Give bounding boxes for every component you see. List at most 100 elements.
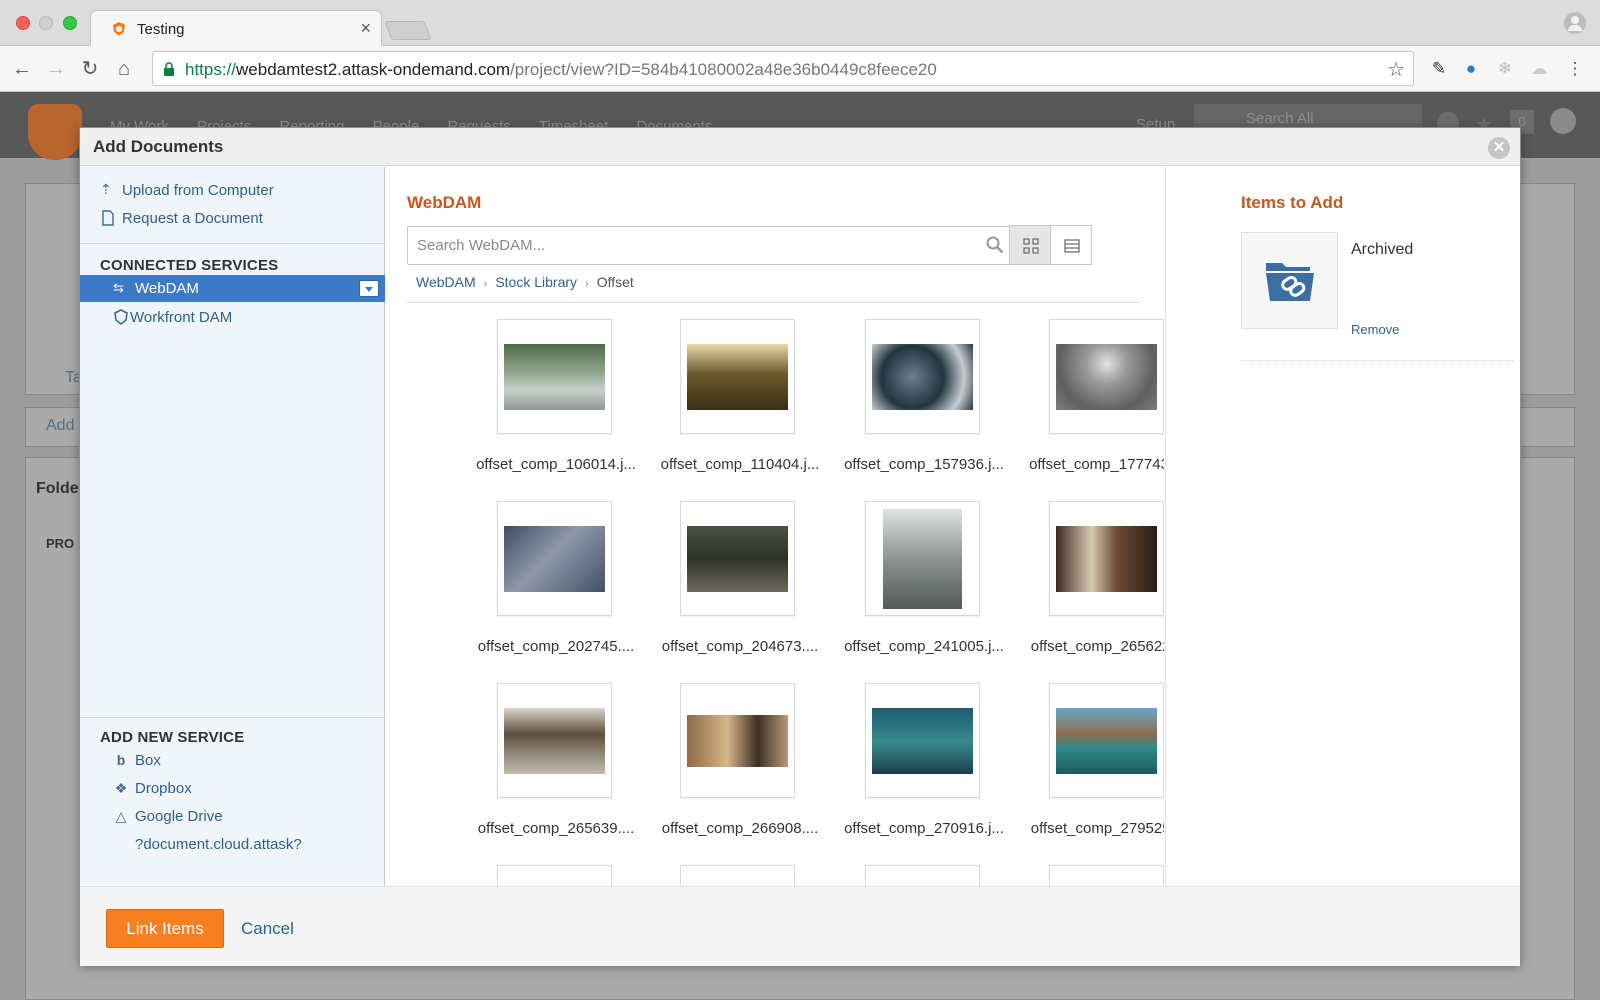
back-arrow-icon[interactable]: ← — [8, 55, 36, 83]
cancel-link[interactable]: Cancel — [241, 919, 294, 939]
linked-folder-icon — [1266, 263, 1314, 301]
thumbnail-image — [504, 708, 605, 774]
thumbnail-card[interactable] — [1049, 501, 1164, 616]
list-view-button[interactable] — [1050, 225, 1092, 265]
service-item-webdam[interactable]: ⇆ WebDAM — [80, 275, 385, 302]
thumbnail-card[interactable] — [497, 501, 612, 616]
service-item-workfront-dam[interactable]: Workfront DAM — [130, 309, 232, 326]
window-zoom-button[interactable] — [63, 16, 77, 30]
thumbnail-card[interactable] — [865, 501, 980, 616]
webdam-browser-panel: WebDAM WebDAM›Stock Library›O — [386, 167, 1164, 886]
home-icon[interactable]: ⌂ — [110, 55, 138, 83]
thumbnail-card[interactable] — [680, 501, 795, 616]
thumbnail-image — [1056, 526, 1157, 592]
add-documents-dialog: Add Documents ✕ ⇡ Upload from Computer R… — [79, 127, 1521, 966]
webdam-search-input[interactable] — [417, 237, 957, 254]
browser-menu-icon[interactable]: ⋮ — [1564, 58, 1586, 80]
thumbnail-card[interactable] — [680, 683, 795, 798]
thumbnail-image — [687, 344, 788, 410]
dialog-header: Add Documents ✕ — [80, 128, 1520, 166]
item-divider — [1241, 360, 1513, 361]
thumbnail-label[interactable]: offset_comp_177743.j... — [1021, 456, 1164, 473]
service-options-dropdown[interactable] — [359, 280, 379, 297]
breadcrumb-stock-library[interactable]: Stock Library — [495, 274, 577, 290]
breadcrumb-separator: › — [483, 278, 488, 290]
thumbnail-card[interactable] — [497, 319, 612, 434]
thumbnail-card[interactable] — [1049, 683, 1164, 798]
thumbnail-card[interactable] — [1049, 319, 1164, 434]
thumbnail-label[interactable]: offset_comp_265622.... — [1021, 638, 1164, 655]
remove-item-link[interactable]: Remove — [1351, 322, 1399, 337]
thumbnail-image — [504, 344, 605, 410]
thumbnail-label[interactable]: offset_comp_266908.... — [652, 820, 828, 837]
extension-cloud-icon[interactable]: ☁ — [1528, 58, 1550, 80]
add-service-dropbox[interactable]: Dropbox — [135, 780, 192, 797]
upload-icon: ⇡ — [100, 181, 112, 197]
link-items-button[interactable]: Link Items — [106, 909, 224, 948]
thumbnail-card[interactable] — [865, 683, 980, 798]
add-service-document-cloud[interactable]: ?document.cloud.attask? — [135, 836, 302, 853]
breadcrumb-separator: › — [585, 278, 589, 290]
section-divider — [80, 243, 385, 244]
window-minimize-button[interactable] — [39, 16, 53, 30]
thumbnail-label[interactable]: offset_comp_204673.... — [652, 638, 828, 655]
thumbnail-label[interactable]: offset_comp_270916.j... — [836, 820, 1012, 837]
thumbnail-label[interactable]: offset_comp_241005.j... — [836, 638, 1012, 655]
thumbnail-label[interactable]: offset_comp_106014.j... — [468, 456, 644, 473]
browser-tab[interactable]: Testing × — [90, 10, 382, 47]
breadcrumb-offset: Offset — [596, 274, 634, 290]
thumbnail-card[interactable] — [497, 865, 612, 886]
list-view-icon — [1064, 239, 1080, 253]
extension-globe-icon[interactable]: ● — [1460, 58, 1482, 80]
add-service-box[interactable]: Box — [135, 752, 161, 769]
url-text: https://webdamtest2.attask-ondemand.com/… — [185, 60, 937, 79]
connected-services-heading: CONNECTED SERVICES — [100, 257, 279, 274]
service-label: WebDAM — [135, 280, 199, 297]
extension-tool-icon[interactable]: ✎ — [1428, 58, 1450, 80]
breadcrumb: WebDAM › Stock Library › Offset — [416, 274, 634, 290]
document-icon — [102, 210, 114, 226]
search-icon[interactable] — [986, 236, 1004, 254]
app-project-label: PRO — [46, 536, 75, 551]
request-document-link[interactable]: Request a Document — [122, 210, 263, 227]
thumbnail-card[interactable] — [680, 865, 795, 886]
browser-tabstrip: Testing × — [0, 0, 1600, 47]
add-service-google-drive[interactable]: Google Drive — [135, 808, 223, 825]
dialog-close-icon[interactable]: ✕ — [1488, 137, 1510, 159]
workfront-favicon-icon — [113, 22, 125, 36]
thumbnail-image — [883, 509, 962, 609]
section-divider — [80, 717, 385, 718]
google-drive-icon: △ — [115, 808, 127, 824]
tab-close-icon[interactable]: × — [360, 18, 371, 39]
browser-profile-icon[interactable] — [1564, 12, 1586, 34]
upload-from-computer-link[interactable]: Upload from Computer — [122, 182, 274, 199]
thumbnail-label[interactable]: offset_comp_265639.... — [468, 820, 644, 837]
extension-snowflake-icon[interactable]: ❄ — [1494, 58, 1516, 80]
item-name: Archived — [1351, 241, 1414, 258]
new-tab-button[interactable] — [384, 21, 432, 40]
thumbnail-card[interactable] — [865, 319, 980, 434]
workfront-dam-icon — [114, 309, 128, 325]
bookmark-star-icon[interactable]: ☆ — [1387, 57, 1405, 82]
thumbnail-card[interactable] — [680, 319, 795, 434]
item-tile — [1241, 232, 1338, 329]
thumbnail-card[interactable] — [865, 865, 980, 886]
thumbnail-image — [1056, 344, 1157, 410]
thumbnail-label[interactable]: offset_comp_202745.... — [468, 638, 644, 655]
thumbnail-label[interactable]: offset_comp_110404.j... — [652, 456, 828, 473]
address-bar[interactable]: https://webdamtest2.attask-ondemand.com/… — [152, 51, 1414, 86]
thumbnail-card[interactable] — [1049, 865, 1164, 886]
webdam-search-field[interactable] — [407, 226, 1014, 265]
breadcrumb-webdam[interactable]: WebDAM — [416, 274, 476, 290]
forward-arrow-icon[interactable]: → — [42, 55, 70, 83]
thumbnail-label[interactable]: offset_comp_279525.... — [1021, 820, 1164, 837]
webdam-heading: WebDAM — [407, 193, 482, 212]
lock-icon — [164, 62, 174, 76]
dialog-title: Add Documents — [93, 137, 224, 156]
grid-view-button[interactable] — [1009, 225, 1051, 265]
thumbnail-label[interactable]: offset_comp_157936.j... — [836, 456, 1012, 473]
window-close-button[interactable] — [16, 16, 30, 30]
items-to-add-panel: Items to Add Archived Remove — [1165, 167, 1520, 886]
reload-icon[interactable]: ↻ — [76, 55, 104, 83]
thumbnail-card[interactable] — [497, 683, 612, 798]
